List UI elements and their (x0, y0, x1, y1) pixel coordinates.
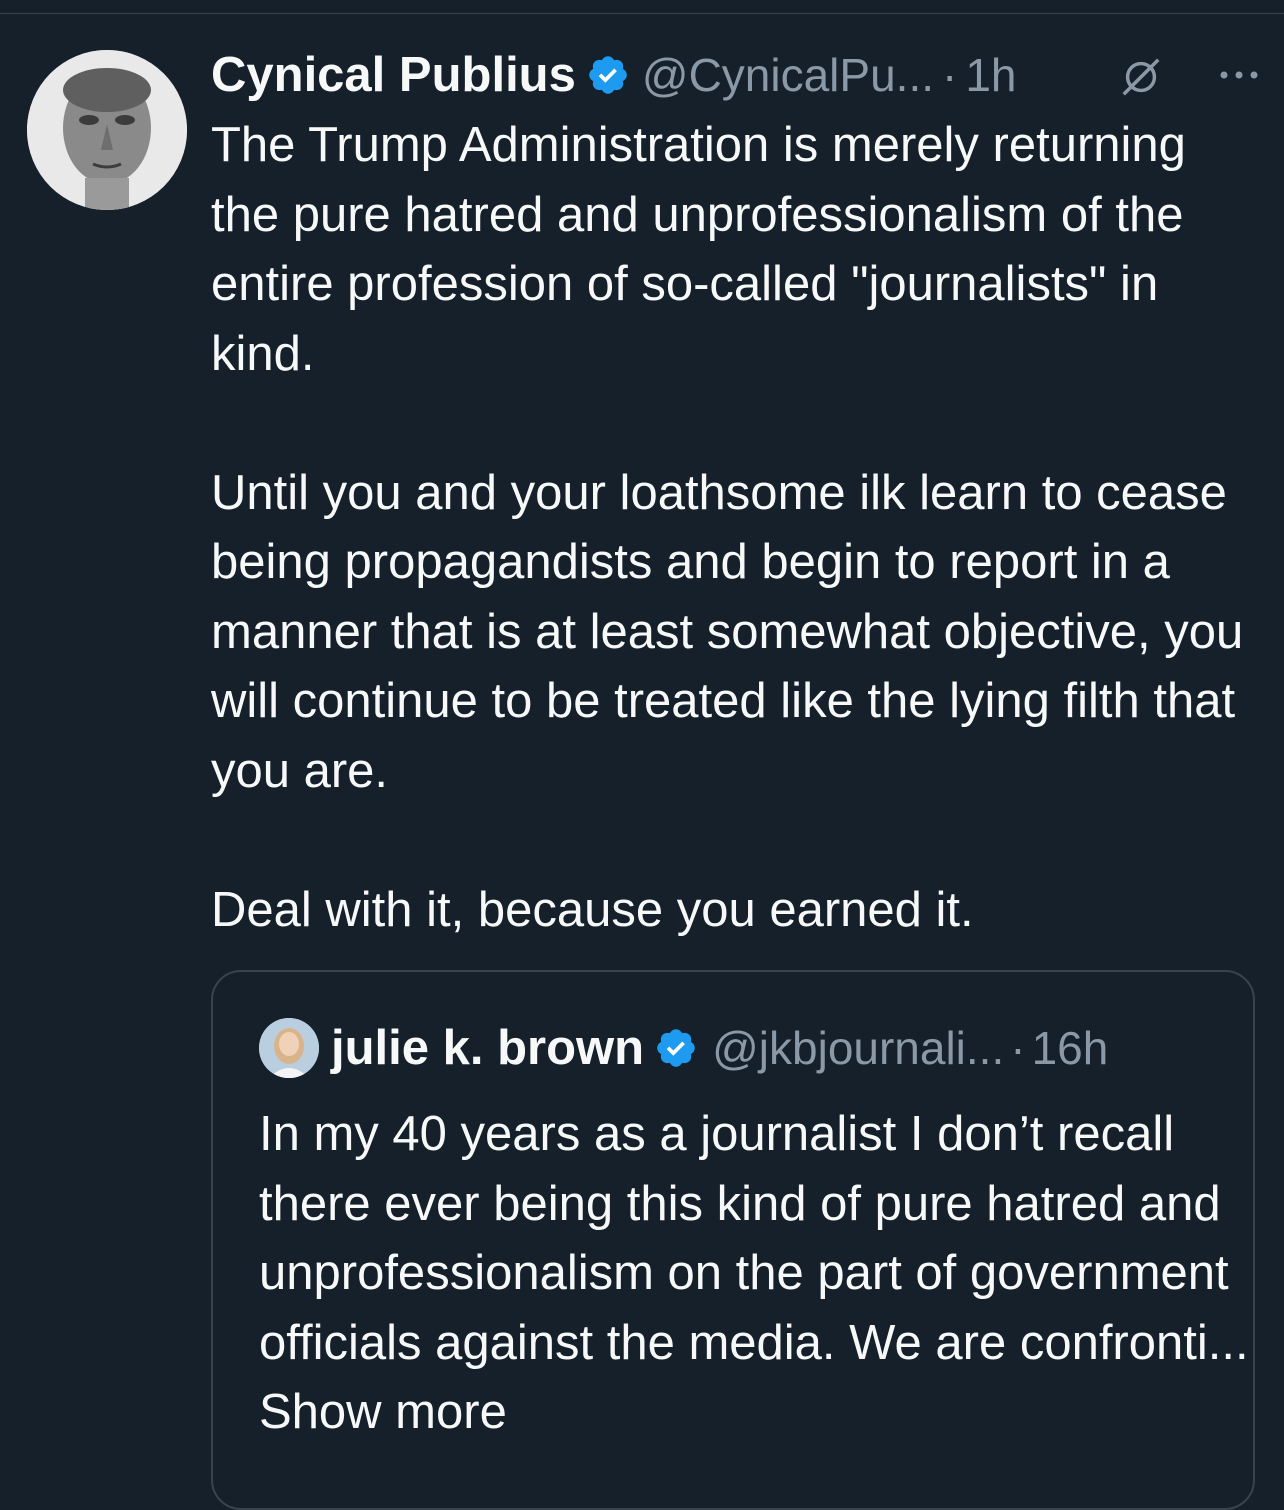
quoted-tweet-header: julie k. brown @jkbjournali... · 16h (259, 1016, 1239, 1080)
tweet-paragraph: The Trump Administration is merely retur… (211, 118, 1186, 381)
quoted-tweet-text: In my 40 years as a journalist I don’t r… (259, 1107, 1249, 1370)
quoted-author-avatar[interactable] (259, 1018, 319, 1078)
separator-dot: · (1010, 1022, 1026, 1074)
author-handle[interactable]: @CynicalPu... (642, 48, 934, 102)
tweet-paragraph: Until you and your loathsome ilk learn t… (211, 465, 1244, 798)
separator-dot: · (942, 49, 958, 101)
grok-icon[interactable] (1118, 54, 1164, 100)
verified-badge-icon[interactable] (586, 53, 630, 97)
bust-portrait-image (27, 50, 187, 210)
author-name[interactable]: Cynical Publius (211, 47, 576, 103)
tweet-paragraph: Deal with it, because you earned it. (211, 882, 974, 937)
quoted-tweet-time[interactable]: 16h (1032, 1021, 1109, 1075)
quoted-author-name[interactable]: julie k. brown (331, 1020, 644, 1076)
tweet-time[interactable]: 1h (965, 48, 1016, 102)
quoted-author-handle[interactable]: @jkbjournali... (712, 1021, 1004, 1075)
tweet-body: The Trump Administration is merely retur… (211, 111, 1261, 945)
tweet-header: Cynical Publius @CynicalPu... · 1h (211, 40, 1264, 110)
top-divider (0, 13, 1284, 14)
more-options-icon[interactable] (1214, 60, 1264, 90)
author-avatar[interactable] (27, 50, 187, 210)
show-more-link[interactable]: Show more (259, 1385, 507, 1439)
verified-badge-icon[interactable] (654, 1026, 698, 1070)
quoted-tweet-body: In my 40 years as a journalist I don’t r… (259, 1100, 1249, 1448)
quoted-tweet-card[interactable]: julie k. brown @jkbjournali... · 16h In … (211, 970, 1255, 1510)
